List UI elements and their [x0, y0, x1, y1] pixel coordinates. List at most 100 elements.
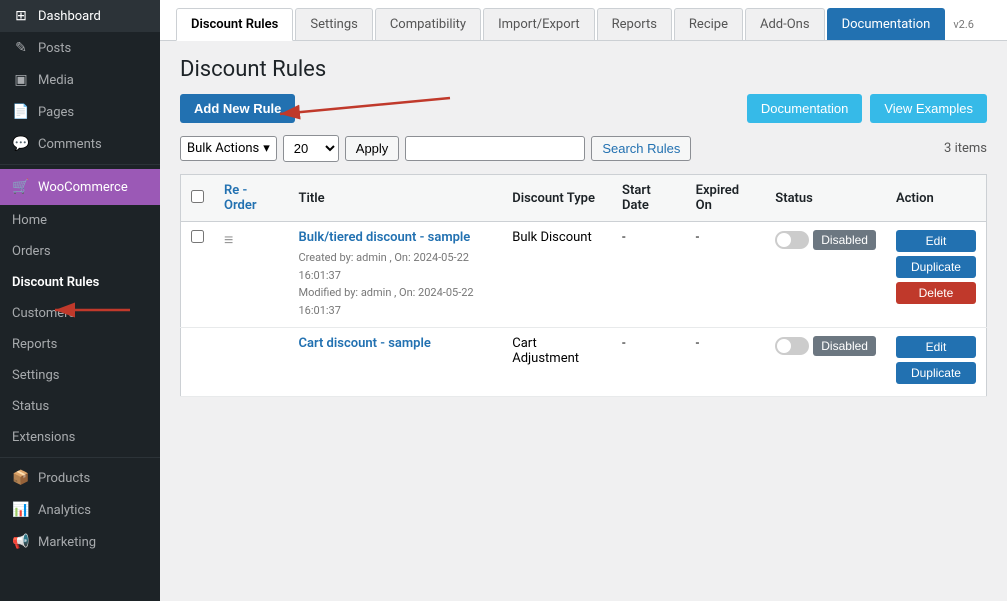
documentation-button[interactable]: Documentation — [747, 94, 862, 123]
row1-meta-modified: Modified by: admin , On: 2024-05-22 16:0… — [298, 284, 492, 319]
tab-import-export[interactable]: Import/Export — [483, 8, 595, 40]
sidebar-item-label: Dashboard — [38, 9, 101, 24]
row2-duplicate-button[interactable]: Duplicate — [896, 362, 976, 384]
row2-title-link[interactable]: Cart discount - sample — [298, 336, 492, 351]
sidebar-item-label: Customers — [12, 306, 75, 321]
th-start-date: Start Date — [612, 175, 686, 222]
sidebar-item-label: Home — [12, 213, 47, 228]
sidebar-item-settings[interactable]: Settings — [0, 360, 160, 391]
row2-checkbox-cell — [181, 328, 215, 397]
add-new-rule-button[interactable]: Add New Rule — [180, 94, 295, 123]
row1-title-cell: Bulk/tiered discount - sample Created by… — [288, 222, 502, 328]
row1-status-toggle: Disabled — [775, 230, 876, 250]
sidebar-item-dashboard[interactable]: ⊞ Dashboard — [0, 0, 160, 32]
row2-expired-on: - — [686, 328, 766, 397]
sidebar-item-label: Posts — [38, 41, 71, 56]
row2-start-date: - — [612, 328, 686, 397]
row1-delete-button[interactable]: Delete — [896, 282, 976, 304]
row2-status-toggle: Disabled — [775, 336, 876, 356]
sidebar-item-label: Settings — [12, 368, 59, 383]
row1-discount-type: Bulk Discount — [502, 222, 612, 328]
sidebar-item-reports[interactable]: Reports — [0, 329, 160, 360]
row1-reorder-cell: ≡ — [214, 222, 288, 328]
row1-duplicate-button[interactable]: Duplicate — [896, 256, 976, 278]
bulk-actions-select[interactable]: Bulk Actions ▾ — [180, 136, 277, 161]
tab-recipe[interactable]: Recipe — [674, 8, 743, 40]
row2-actions-cell: Edit Duplicate — [886, 328, 987, 397]
view-examples-button[interactable]: View Examples — [870, 94, 987, 123]
row1-start-date: - — [612, 222, 686, 328]
sidebar-item-label: Reports — [12, 337, 57, 352]
sidebar-item-woocommerce[interactable]: 🛒 WooCommerce — [0, 169, 160, 205]
annotation-arrow — [270, 88, 450, 128]
th-status: Status — [765, 175, 886, 222]
chevron-down-icon: ▾ — [263, 141, 270, 156]
row1-title-link[interactable]: Bulk/tiered discount - sample — [298, 230, 492, 245]
tab-compatibility[interactable]: Compatibility — [375, 8, 481, 40]
th-action: Action — [886, 175, 987, 222]
tab-navigation: Discount Rules Settings Compatibility Im… — [160, 0, 1007, 41]
apply-button[interactable]: Apply — [345, 136, 400, 161]
sidebar-item-label: Pages — [38, 105, 74, 120]
sidebar-item-media[interactable]: ▣ Media — [0, 64, 160, 96]
row1-actions-cell: Edit Duplicate Delete — [886, 222, 987, 328]
products-icon: 📦 — [12, 470, 30, 486]
table-row: ≡ Bulk/tiered discount - sample Created … — [181, 222, 987, 328]
content-area: Discount Rules Add New Rule Documentatio… — [160, 41, 1007, 413]
sidebar-item-home[interactable]: Home — [0, 205, 160, 236]
sidebar-item-discount-rules[interactable]: Discount Rules — [0, 267, 160, 298]
row2-status-cell: Disabled — [765, 328, 886, 397]
row1-toggle-label[interactable] — [775, 231, 809, 249]
sidebar-item-extensions[interactable]: Extensions — [0, 422, 160, 453]
th-checkbox — [181, 175, 215, 222]
analytics-icon: 📊 — [12, 502, 30, 518]
dashboard-icon: ⊞ — [12, 8, 30, 24]
toolbar-row-primary: Add New Rule Documentation View Examples — [180, 94, 987, 123]
tab-settings[interactable]: Settings — [295, 8, 372, 40]
sidebar-item-marketing[interactable]: 📢 Marketing — [0, 526, 160, 558]
sidebar-item-comments[interactable]: 💬 Comments — [0, 128, 160, 160]
search-rules-button[interactable]: Search Rules — [591, 136, 691, 161]
per-page-select[interactable]: 20 50 100 — [283, 135, 339, 162]
th-reorder[interactable]: Re - Order — [214, 175, 288, 222]
row1-slider — [775, 231, 809, 249]
sidebar-item-label: Orders — [12, 244, 51, 259]
search-input[interactable] — [405, 136, 585, 161]
sidebar-item-status[interactable]: Status — [0, 391, 160, 422]
row2-title-cell: Cart discount - sample — [288, 328, 502, 397]
sidebar-item-label: Extensions — [12, 430, 75, 445]
sidebar-item-customers[interactable]: Customers — [0, 298, 160, 329]
row1-status-cell: Disabled — [765, 222, 886, 328]
items-count: 3 items — [944, 141, 987, 156]
sidebar-item-label: Comments — [38, 137, 102, 152]
sidebar: ⊞ Dashboard ✎ Posts ▣ Media 📄 Pages 💬 Co… — [0, 0, 160, 601]
tab-reports[interactable]: Reports — [597, 8, 672, 40]
sidebar-item-pages[interactable]: 📄 Pages — [0, 96, 160, 128]
sidebar-item-analytics[interactable]: 📊 Analytics — [0, 494, 160, 526]
sidebar-item-label: Discount Rules — [12, 275, 99, 290]
tab-discount-rules[interactable]: Discount Rules — [176, 8, 293, 41]
tab-add-ons[interactable]: Add-Ons — [745, 8, 825, 40]
row2-discount-type: Cart Adjustment — [502, 328, 612, 397]
row2-status-button[interactable]: Disabled — [813, 336, 876, 356]
page-title: Discount Rules — [180, 57, 987, 82]
row1-edit-button[interactable]: Edit — [896, 230, 976, 252]
select-all-checkbox[interactable] — [191, 190, 204, 203]
row1-status-button[interactable]: Disabled — [813, 230, 876, 250]
woo-icon: 🛒 — [12, 179, 30, 195]
reorder-handle[interactable]: ≡ — [224, 230, 233, 249]
table-row: Cart discount - sample Cart Adjustment -… — [181, 328, 987, 397]
sidebar-item-label: Analytics — [38, 503, 91, 518]
row1-checkbox[interactable] — [191, 230, 204, 243]
tab-documentation[interactable]: Documentation — [827, 8, 946, 40]
sidebar-item-products[interactable]: 📦 Products — [0, 462, 160, 494]
media-icon: ▣ — [12, 72, 30, 88]
sidebar-divider — [0, 164, 160, 165]
sidebar-item-orders[interactable]: Orders — [0, 236, 160, 267]
row2-toggle-label[interactable] — [775, 337, 809, 355]
sidebar-item-posts[interactable]: ✎ Posts — [0, 32, 160, 64]
main-content: Discount Rules Settings Compatibility Im… — [160, 0, 1007, 601]
sidebar-item-label: Marketing — [38, 535, 96, 550]
toolbar-right-buttons: Documentation View Examples — [747, 94, 987, 123]
row2-edit-button[interactable]: Edit — [896, 336, 976, 358]
